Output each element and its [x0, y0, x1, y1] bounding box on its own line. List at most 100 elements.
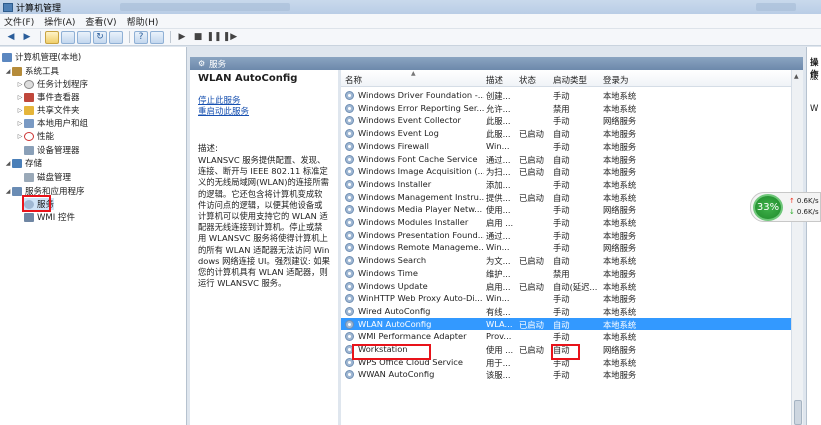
- tree-root[interactable]: 计算机管理(本地): [2, 51, 81, 63]
- service-gear-icon: [345, 141, 354, 151]
- collapse-arrow-icon[interactable]: ▷: [16, 107, 24, 114]
- cell-name: Windows Event Collector: [358, 115, 461, 126]
- start-service-icon[interactable]: ▶: [175, 31, 189, 44]
- cell-name: Windows Time: [358, 267, 418, 278]
- collapse-arrow-icon[interactable]: ▷: [16, 94, 24, 101]
- table-row[interactable]: WinHTTP Web Proxy Auto-Di... Win... 手动 本地服务: [341, 292, 791, 305]
- tree-performance[interactable]: ▷ 性能: [16, 130, 54, 142]
- tree-disk-management[interactable]: 磁盘管理: [24, 171, 71, 183]
- cell-name: Windows Installer: [358, 178, 432, 189]
- table-row[interactable]: Windows Installer 添加... 手动 本地系统: [341, 178, 791, 191]
- service-gear-icon: [345, 306, 354, 316]
- table-row[interactable]: Windows Time 维护... 禁用 本地服务: [341, 267, 791, 280]
- highlight-box: [22, 195, 51, 212]
- table-row[interactable]: Windows Font Cache Service 通过... 已启动 自动 本地服务: [341, 153, 791, 166]
- restart-service-link[interactable]: 重启动此服务: [198, 107, 330, 118]
- tree-system-tools[interactable]: ◢ 系统工具: [4, 65, 59, 77]
- actions-item-services[interactable]: 服: [810, 70, 819, 82]
- table-row[interactable]: Windows Driver Foundation -... 创建... 手动 本地系…: [341, 89, 791, 102]
- console-icon[interactable]: [150, 30, 164, 44]
- table-row[interactable]: Wired AutoConfig 有线... 手动 本地系统: [341, 305, 791, 318]
- toolbar: ◀ ▶ ↻ ? ▶ ■ ❚❚ ❚▶: [0, 29, 821, 46]
- tree-event-viewer[interactable]: ▷ 事件查看器: [16, 91, 80, 103]
- stop-service-link[interactable]: 停止此服务: [198, 96, 330, 107]
- cell-description: 有线...: [486, 306, 511, 317]
- column-header-description[interactable]: 描述: [486, 74, 503, 86]
- expand-arrow-icon[interactable]: ◢: [4, 68, 12, 75]
- table-row[interactable]: WLAN AutoConfig WLA... 已启动 自动 本地系统: [341, 317, 791, 331]
- export-list-icon[interactable]: [77, 30, 91, 44]
- cell-logon-as: 本地系统: [603, 332, 637, 343]
- expand-arrow-icon[interactable]: ◢: [4, 160, 12, 167]
- scrollbar-thumb[interactable]: [794, 400, 802, 425]
- cell-logon-as: 本地服务: [603, 268, 637, 279]
- cell-description: 该服...: [486, 370, 511, 381]
- cell-startup-type: 禁用: [553, 268, 570, 279]
- service-gear-icon: [345, 332, 354, 342]
- menu-view[interactable]: 查看(V): [85, 15, 116, 28]
- cell-startup-type: 自动: [553, 192, 570, 203]
- network-speed-widget[interactable]: 33% ↑ 0.6K/s ↓ 0.6K/s: [750, 192, 821, 222]
- table-row[interactable]: Windows Modules Installer 启用 ... 手动 本地系统: [341, 216, 791, 229]
- table-row[interactable]: WWAN AutoConfig 该服... 手动 本地服务: [341, 368, 791, 381]
- pause-service-icon[interactable]: ❚❚: [206, 31, 221, 44]
- sort-ascending-icon: ▲: [411, 70, 416, 77]
- shared-folder-icon: [24, 105, 34, 115]
- restart-service-icon[interactable]: ❚▶: [223, 31, 237, 44]
- cell-logon-as: 本地系统: [603, 256, 637, 267]
- cell-startup-type: 手动: [553, 91, 570, 101]
- tree-local-users[interactable]: ▷ 本地用户和组: [16, 117, 88, 129]
- up-folder-icon[interactable]: [45, 30, 59, 44]
- actions-item-wlan[interactable]: W: [810, 104, 818, 114]
- menu-file[interactable]: 文件(F): [4, 15, 34, 28]
- menu-help[interactable]: 帮助(H): [127, 15, 159, 28]
- tree-task-scheduler[interactable]: ▷ 任务计划程序: [16, 78, 88, 90]
- tree-wmi[interactable]: WMI 控件: [24, 211, 75, 223]
- cell-logon-as: 网络服务: [603, 116, 637, 127]
- column-header-startup-type[interactable]: 启动类型: [553, 74, 587, 86]
- table-row[interactable]: Windows Firewall Win... 手动 本地服务: [341, 140, 791, 153]
- tree-shared-folders[interactable]: ▷ 共享文件夹: [16, 104, 80, 116]
- table-row[interactable]: Windows Update 启用... 已启动 自动(延迟... 本地系统: [341, 280, 791, 293]
- cell-description: 为扫...: [486, 167, 511, 178]
- stop-service-icon[interactable]: ■: [191, 31, 205, 44]
- cell-logon-as: 本地系统: [603, 319, 637, 330]
- service-gear-icon: [345, 243, 354, 253]
- tree-device-manager[interactable]: 设备管理器: [24, 144, 80, 156]
- cell-name: Windows Image Acquisition (...: [358, 166, 484, 177]
- cell-description: 创建...: [486, 91, 511, 101]
- service-gear-icon: [345, 370, 354, 380]
- collapse-arrow-icon[interactable]: ▷: [16, 133, 24, 140]
- properties-icon[interactable]: [109, 30, 123, 44]
- cell-description: 允许...: [486, 103, 511, 114]
- collapse-arrow-icon[interactable]: ▷: [16, 120, 24, 127]
- table-row[interactable]: Windows Presentation Found... 通过... 手动 本地服务: [341, 229, 791, 242]
- help-icon[interactable]: ?: [134, 30, 148, 44]
- table-row[interactable]: Windows Management Instru... 提供... 已启动 自动 本地…: [341, 191, 791, 204]
- table-row[interactable]: Windows Media Player Netw... 使用... 手动 网络服务: [341, 203, 791, 216]
- collapse-arrow-icon[interactable]: ▷: [16, 81, 24, 88]
- cell-description: WLA...: [486, 318, 513, 329]
- table-row[interactable]: Windows Remote Manageme... Win... 手动 网络服务: [341, 241, 791, 254]
- menu-action[interactable]: 操作(A): [44, 15, 75, 28]
- column-header-name[interactable]: 名称: [345, 74, 362, 86]
- column-header-status[interactable]: 状态: [519, 74, 536, 86]
- table-row[interactable]: Windows Search 为文... 已启动 自动 本地系统: [341, 254, 791, 267]
- expand-arrow-icon[interactable]: ◢: [4, 188, 12, 195]
- cell-startup-type: 自动: [553, 129, 570, 140]
- cell-description: Win...: [486, 293, 510, 304]
- table-row[interactable]: Windows Image Acquisition (... 为扫... 已启动 自动…: [341, 165, 791, 178]
- table-row[interactable]: Windows Error Reporting Ser... 允许... 禁用 本地系…: [341, 102, 791, 115]
- table-row[interactable]: Windows Event Log 此服... 已启动 自动 本地服务: [341, 127, 791, 140]
- show-hide-tree-icon[interactable]: [61, 30, 75, 44]
- table-row[interactable]: WMI Performance Adapter Prov... 手动 本地系统: [341, 330, 791, 343]
- table-scrollbar[interactable]: ▲: [791, 70, 803, 425]
- table-row[interactable]: Windows Event Collector 此服... 手动 网络服务: [341, 114, 791, 127]
- scroll-up-icon[interactable]: ▲: [794, 73, 799, 80]
- cell-description: 启用 ...: [486, 218, 514, 228]
- tree-storage[interactable]: ◢ 存储: [4, 157, 42, 169]
- refresh-icon[interactable]: ↻: [93, 30, 107, 44]
- forward-arrow-icon[interactable]: ▶: [20, 31, 34, 44]
- column-header-logon-as[interactable]: 登录为: [603, 74, 629, 86]
- back-arrow-icon[interactable]: ◀: [4, 31, 18, 44]
